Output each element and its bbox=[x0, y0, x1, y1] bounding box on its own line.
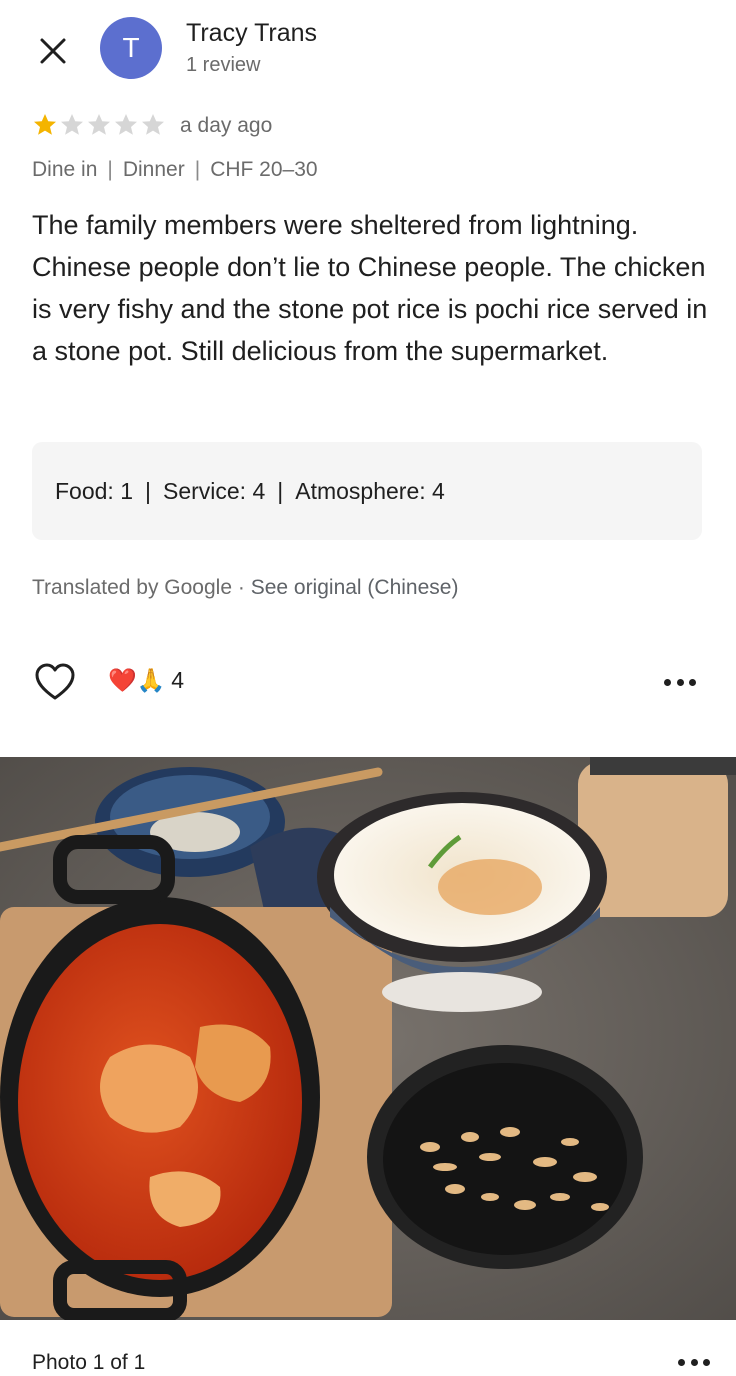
translation-dot: · bbox=[232, 576, 251, 599]
review-count: 1 review bbox=[186, 54, 261, 76]
ratings-breakdown: Food: 1 | Service: 4 | Atmosphere: 4 bbox=[32, 442, 702, 540]
reaction-count: 4 bbox=[171, 667, 185, 693]
more-options-button[interactable] bbox=[664, 676, 696, 690]
meta-service-type: Dine in bbox=[32, 158, 98, 181]
more-horizontal-icon bbox=[678, 1359, 685, 1366]
rating-separator: | bbox=[277, 477, 284, 504]
food-photo-image bbox=[0, 757, 736, 1320]
star-empty-icon bbox=[142, 114, 164, 135]
star-empty-icon bbox=[61, 114, 83, 135]
food-rating: Food: 1 bbox=[55, 477, 133, 504]
meta-price-range: CHF 20–30 bbox=[210, 158, 318, 181]
meta-separator: | bbox=[194, 158, 201, 181]
author-name[interactable]: Tracy Trans bbox=[186, 19, 317, 48]
avatar-letter: T bbox=[122, 32, 140, 63]
avatar[interactable]: T bbox=[100, 17, 162, 79]
review-text: The family members were sheltered from l… bbox=[32, 210, 708, 366]
photo-caption: Photo 1 of 1 bbox=[32, 1351, 146, 1374]
like-button[interactable] bbox=[34, 662, 76, 702]
review-meta: Dine in | Dinner | CHF 20–30 bbox=[32, 158, 318, 182]
review-photo[interactable] bbox=[0, 757, 736, 1320]
rating-separator: | bbox=[145, 477, 151, 504]
heart-outline-icon bbox=[35, 663, 75, 700]
close-button[interactable] bbox=[30, 28, 76, 74]
star-empty-icon bbox=[115, 114, 137, 135]
more-horizontal-icon bbox=[664, 679, 671, 686]
star-empty-icon bbox=[88, 114, 110, 135]
close-icon bbox=[40, 38, 66, 64]
star-rating bbox=[32, 112, 166, 138]
star-filled-icon bbox=[34, 114, 56, 135]
atmosphere-rating: Atmosphere: 4 bbox=[295, 477, 445, 504]
translation-note: Translated by Google · See original (Chi… bbox=[32, 576, 458, 600]
service-rating: Service: 4 bbox=[162, 477, 266, 504]
photo-more-button[interactable] bbox=[678, 1359, 710, 1373]
reactions-summary[interactable]: ❤️🙏 4 bbox=[108, 667, 184, 694]
translated-by-label: Translated by Google bbox=[32, 576, 233, 599]
review-time: a day ago bbox=[180, 114, 273, 137]
see-original-link[interactable]: See original (Chinese) bbox=[251, 576, 459, 599]
meta-separator: | bbox=[107, 158, 113, 181]
meta-meal-type: Dinner bbox=[122, 158, 185, 181]
reaction-emojis: ❤️🙏 bbox=[108, 667, 166, 693]
